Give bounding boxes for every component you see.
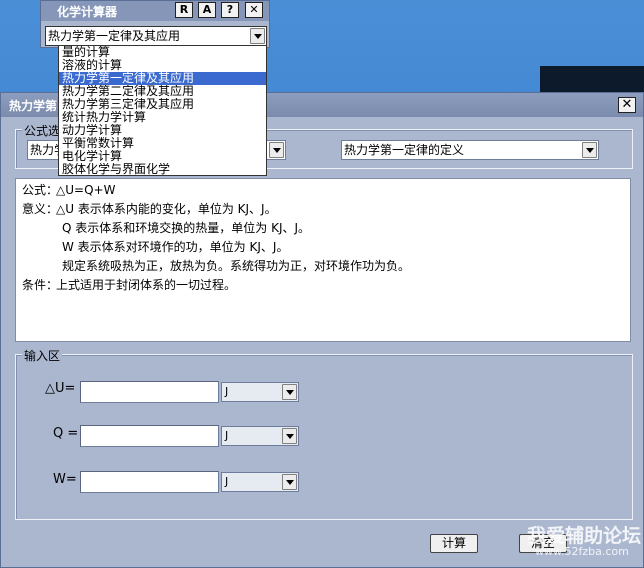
chevron-down-icon[interactable] — [269, 142, 284, 158]
main-title: 热力学第 — [9, 99, 58, 113]
formula-line: 条件： 上式适用于封闭体系的一切过程。 — [22, 276, 624, 295]
calculator-titlebar[interactable]: 化学计算器 R A ? ✕ — [41, 1, 269, 21]
formula-line-text: 上式适用于封闭体系的一切过程。 — [56, 278, 237, 292]
calculate-button[interactable]: 计算 — [430, 534, 478, 553]
chevron-down-icon[interactable] — [250, 28, 265, 44]
formula-line-text: W 表示体系对环境作的功，单位为 KJ、J。 — [62, 240, 289, 254]
dropdown-item[interactable]: 胶体化学与界面化学 — [59, 163, 266, 176]
formula-line-text: △U=Q+W — [56, 183, 116, 197]
input-group-legend: 输入区 — [22, 347, 63, 364]
definition-select[interactable]: 热力学第一定律的定义 — [341, 140, 599, 160]
dropdown-item-selected[interactable]: 热力学第一定律及其应用 — [59, 72, 266, 85]
category-dropdown-list: 量的计算 溶液的计算 热力学第一定律及其应用 热力学第二定律及其应用 热力学第三… — [58, 45, 267, 176]
close-icon[interactable]: ✕ — [245, 2, 263, 18]
calculator-window: 化学计算器 R A ? ✕ 热力学第一定律及其应用 — [40, 0, 270, 48]
definition-select-value: 热力学第一定律的定义 — [344, 143, 465, 157]
formula-line: Q 表示体系和环境交换的热量，单位为 KJ、J。 — [22, 219, 624, 238]
w-input[interactable] — [80, 471, 219, 493]
formula-line-label: 公式： — [22, 183, 59, 197]
q-unit-value: J — [225, 429, 229, 442]
w-unit-select[interactable]: J — [221, 472, 299, 492]
chevron-down-icon[interactable] — [582, 142, 597, 158]
r-button[interactable]: R — [175, 2, 193, 18]
delta-u-unit-select[interactable]: J — [221, 382, 299, 402]
delta-u-input[interactable] — [80, 381, 219, 403]
calculator-title: 化学计算器 — [57, 5, 118, 19]
calculator-category-select[interactable]: 热力学第一定律及其应用 — [45, 26, 267, 46]
dropdown-item[interactable]: 热力学第三定律及其应用 — [59, 98, 266, 111]
chevron-down-icon[interactable] — [282, 384, 297, 400]
formula-line-text: △U 表示体系内能的变化，单位为 KJ、J。 — [56, 202, 277, 216]
formula-line: 公式： △U=Q+W — [22, 181, 624, 200]
formula-line: 规定系统吸热为正，放热为负。系统得功为正，对环境作功为负。 — [22, 257, 624, 276]
formula-line-text: Q 表示体系和环境交换的热量，单位为 KJ、J。 — [62, 221, 311, 235]
formula-text-area[interactable]: 公式： △U=Q+W 意义： △U 表示体系内能的变化，单位为 KJ、J。 Q … — [15, 178, 631, 342]
dropdown-item[interactable]: 统计热力学计算 — [59, 111, 266, 124]
delta-u-unit-value: J — [225, 385, 229, 398]
help-button[interactable]: ? — [221, 2, 239, 18]
dropdown-item[interactable]: 平衡常数计算 — [59, 137, 266, 150]
formula-line: 意义： △U 表示体系内能的变化，单位为 KJ、J。 — [22, 200, 624, 219]
w-label: W= — [53, 472, 77, 487]
chevron-down-icon[interactable] — [282, 474, 297, 490]
dropdown-item[interactable]: 电化学计算 — [59, 150, 266, 163]
a-button[interactable]: A — [198, 2, 216, 18]
formula-line-text: 规定系统吸热为正，放热为负。系统得功为正，对环境作功为负。 — [62, 259, 411, 273]
w-unit-value: J — [225, 475, 229, 488]
dropdown-item[interactable]: 溶液的计算 — [59, 59, 266, 72]
delta-u-label: △U= — [45, 381, 76, 396]
dropdown-item[interactable]: 动力学计算 — [59, 124, 266, 137]
dropdown-item[interactable]: 量的计算 — [59, 46, 266, 59]
close-button[interactable]: ✕ — [618, 97, 636, 113]
formula-select-legend: 公式选 — [22, 122, 63, 139]
formula-line-label: 意义： — [22, 202, 59, 216]
formula-line-label: 条件： — [22, 278, 59, 292]
q-label: Q = — [53, 426, 79, 441]
watermark-title: 我爱辅助论坛 — [527, 525, 642, 547]
watermark-url: www.52fzba.com — [535, 545, 629, 558]
q-input[interactable] — [80, 425, 219, 447]
chevron-down-icon[interactable] — [282, 428, 297, 444]
q-unit-select[interactable]: J — [221, 426, 299, 446]
formula-line: W 表示体系对环境作的功，单位为 KJ、J。 — [22, 238, 624, 257]
calculator-category-value: 热力学第一定律及其应用 — [48, 29, 181, 43]
dropdown-item[interactable]: 热力学第二定律及其应用 — [59, 85, 266, 98]
